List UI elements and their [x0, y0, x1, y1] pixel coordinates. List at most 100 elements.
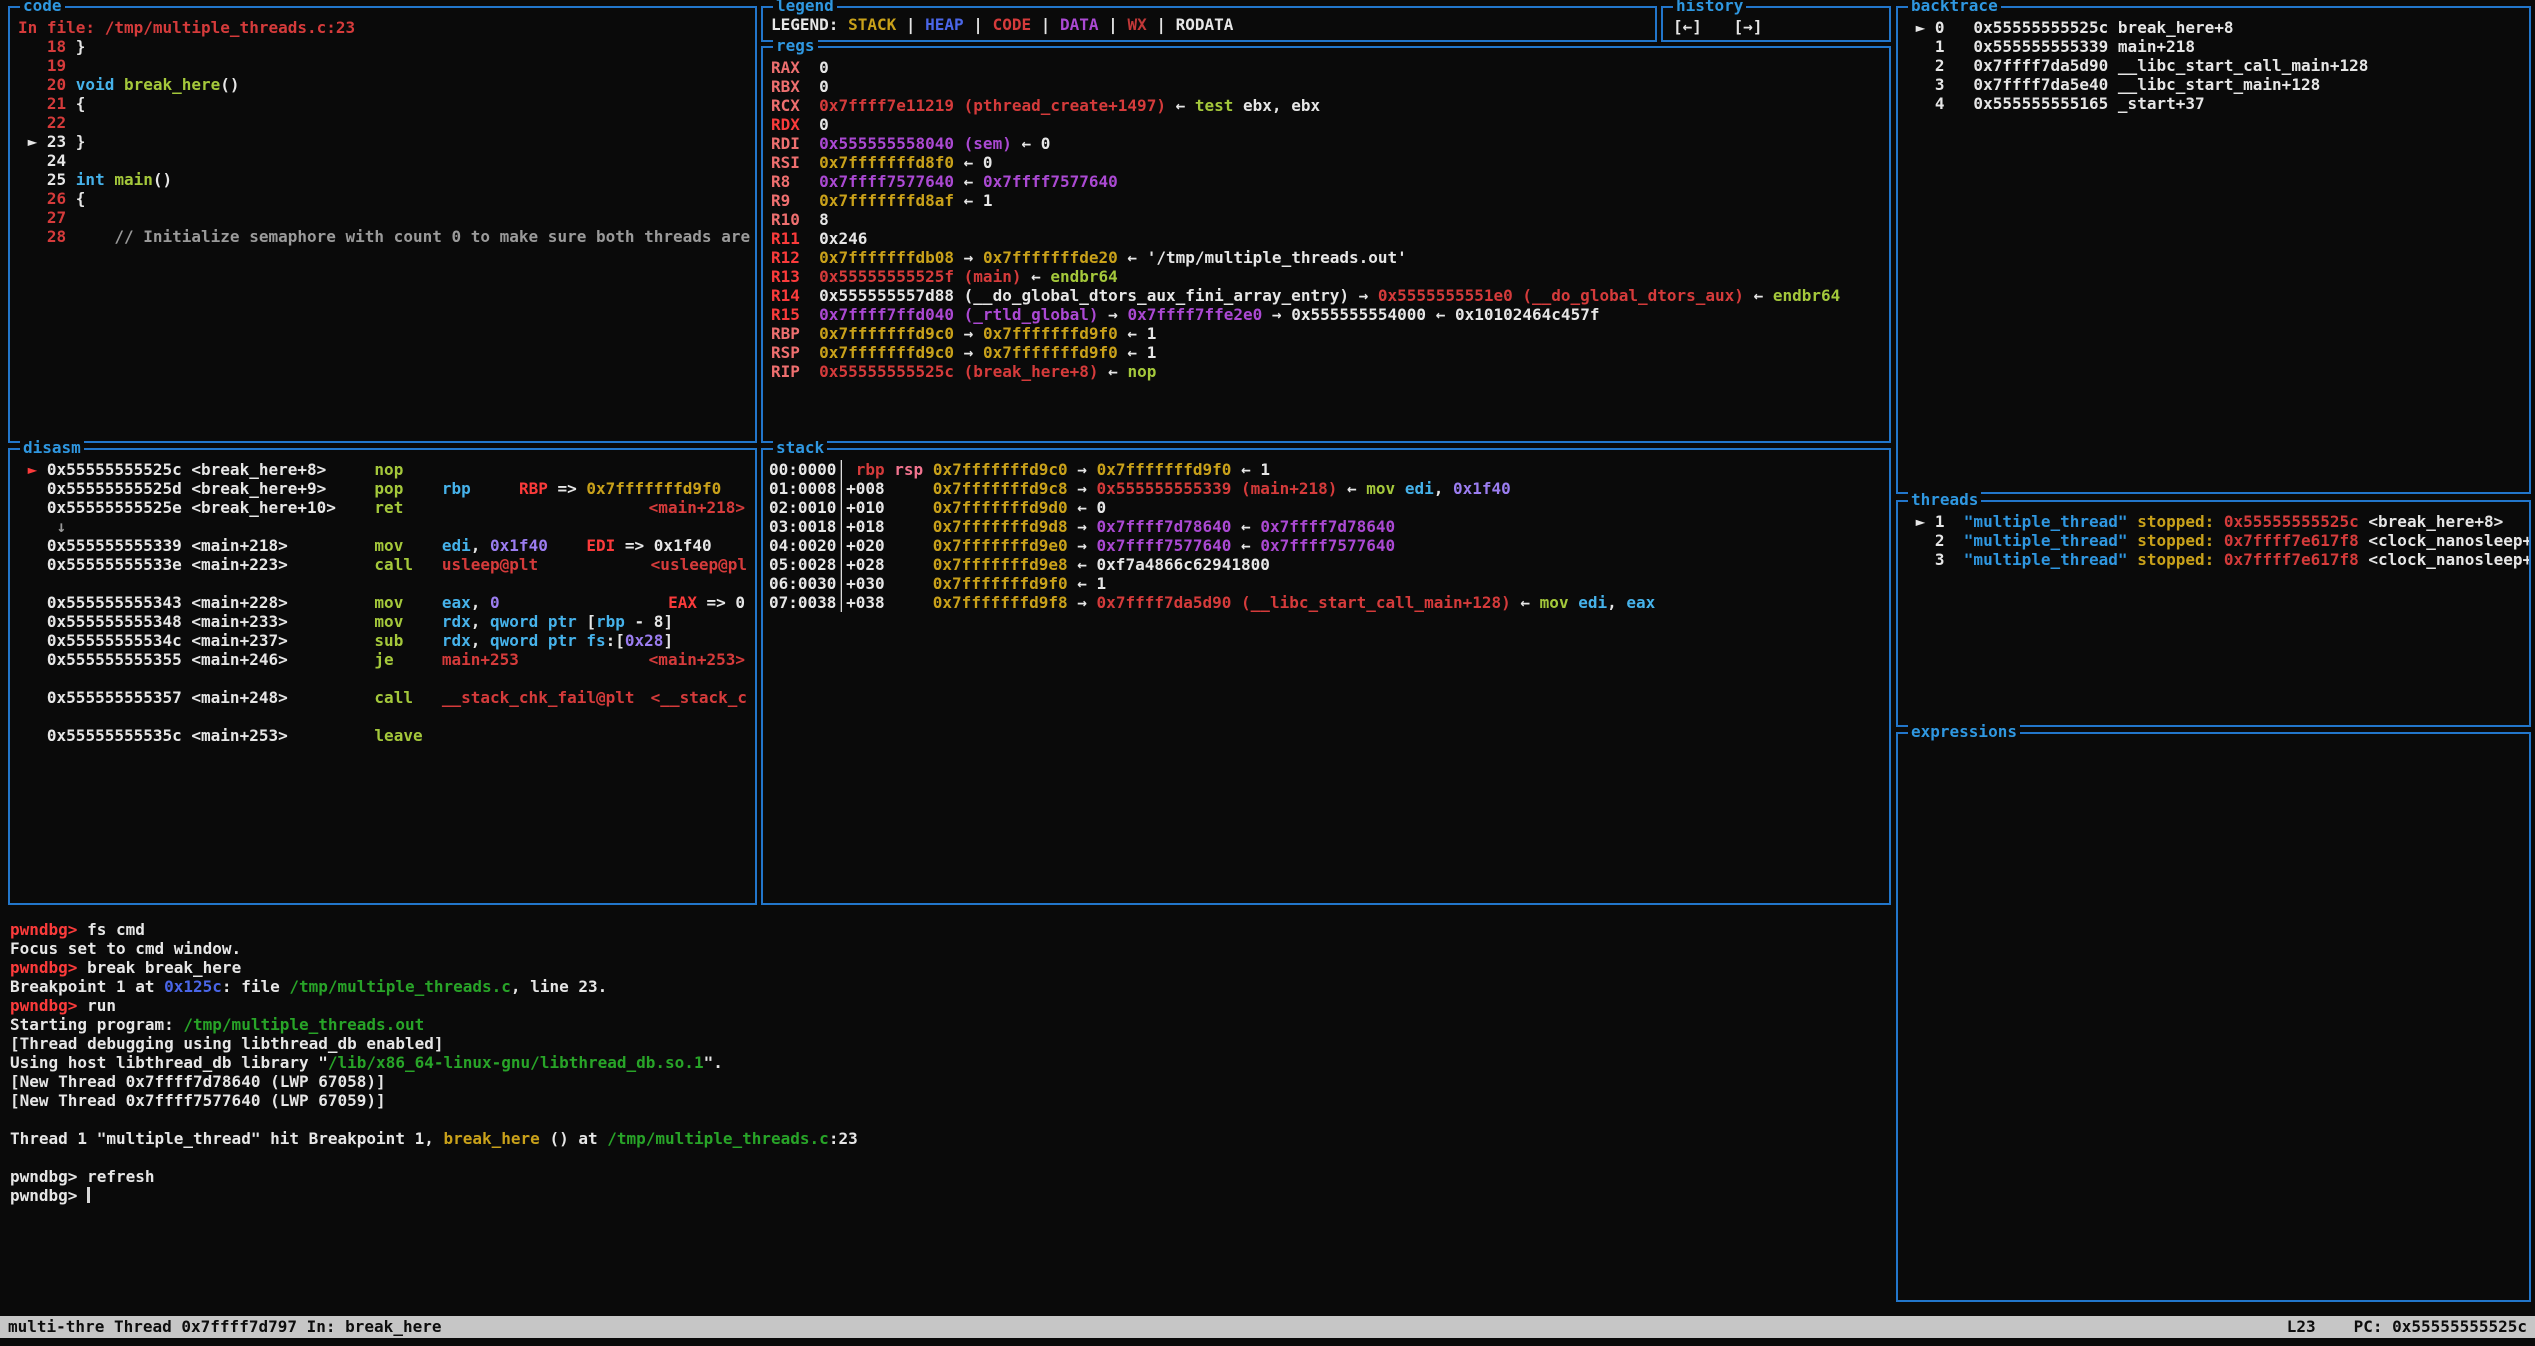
code-line: 25 int main(): [18, 170, 749, 189]
register-row: R8 0x7ffff7577640 ← 0x7ffff7577640: [771, 172, 1883, 191]
pwndbg-debugger-screen: code In file: /tmp/multiple_threads.c:23…: [0, 0, 2535, 1346]
register-row: RCX 0x7ffff7e11219 (pthread_create+1497)…: [771, 96, 1883, 115]
disasm-line: 0x555555555339 <main+218> mov edi, 0x1f4…: [18, 536, 749, 555]
terminal-line: [10, 1148, 1890, 1167]
history-panel-title: history: [1673, 0, 1746, 16]
history-panel: history [←] [→]: [1661, 6, 1891, 42]
stack-row: 03:0018│+018 0x7fffffffd9d8 → 0x7ffff7d7…: [769, 517, 1883, 536]
register-row: RAX 0: [771, 58, 1883, 77]
registers-panel-title: regs: [773, 36, 818, 56]
terminal-line: Thread 1 "multiple_thread" hit Breakpoin…: [10, 1129, 1890, 1148]
registers-list: RAX 0RBX 0RCX 0x7ffff7e11219 (pthread_cr…: [763, 48, 1889, 441]
disasm-line: 0x555555555357 <main+248> call __stack_c…: [18, 688, 749, 707]
register-row: RSP 0x7fffffffd9c0 → 0x7fffffffd9f0 ← 1: [771, 343, 1883, 362]
registers-panel: regs RAX 0RBX 0RCX 0x7ffff7e11219 (pthre…: [761, 46, 1891, 443]
disasm-line: [18, 669, 749, 688]
register-row: R14 0x555555557d88 (__do_global_dtors_au…: [771, 286, 1883, 305]
register-row: R13 0x55555555525f (main) ← endbr64: [771, 267, 1883, 286]
backtrace-frame: ► 0 0x55555555525c break_here+8: [1906, 18, 2523, 37]
disasm-line: 0x55555555533e <main+223> call usleep@pl…: [18, 555, 749, 574]
register-row: R10 8: [771, 210, 1883, 229]
code-line: 19: [18, 56, 749, 75]
legend-line: LEGEND: STACK | HEAP | CODE | DATA | WX …: [771, 15, 1649, 34]
terminal-line: Using host libthread_db library "/lib/x8…: [10, 1053, 1890, 1072]
status-bar-line-number: L23: [2287, 1316, 2316, 1338]
disasm-line: 0x55555555534c <main+237> sub rdx, qword…: [18, 631, 749, 650]
terminal-line: pwndbg> break break_here: [10, 958, 1890, 977]
code-line: 20 void break_here(): [18, 75, 749, 94]
code-line: ► 23 }: [18, 132, 749, 151]
stack-panel: stack 00:0000│ rbp rsp 0x7fffffffd9c0 → …: [761, 448, 1891, 905]
backtrace-frame: 1 0x555555555339 main+218: [1906, 37, 2523, 56]
terminal-line: [10, 1110, 1890, 1129]
disasm-line: 0x55555555525e <break_here+10> ret<main+…: [18, 498, 749, 517]
code-line: 27: [18, 208, 749, 227]
disasm-listing: ► 0x55555555525c <break_here+8> nop 0x55…: [10, 450, 755, 903]
code-line: 22: [18, 113, 749, 132]
stack-row: 06:0030│+030 0x7fffffffd9f0 ← 1: [769, 574, 1883, 593]
terminal-line: [Thread debugging using libthread_db ena…: [10, 1034, 1890, 1053]
expressions-list: [1898, 734, 2529, 1300]
threads-list: ► 1 "multiple_thread" stopped: 0x5555555…: [1898, 502, 2529, 725]
terminal-cursor: [87, 1187, 90, 1203]
code-line: In file: /tmp/multiple_threads.c:23: [18, 18, 749, 37]
stack-row: 01:0008│+008 0x7fffffffd9c8 → 0x55555555…: [769, 479, 1883, 498]
disasm-panel: disasm ► 0x55555555525c <break_here+8> n…: [8, 448, 757, 905]
stack-row: 05:0028│+028 0x7fffffffd9e8 ← 0xf7a4866c…: [769, 555, 1883, 574]
status-bar-thread-info: multi-thre Thread 0x7ffff7d797 In: break…: [8, 1316, 441, 1338]
disasm-line: 0x555555555343 <main+228> mov eax, 0EAX …: [18, 593, 749, 612]
code-source-listing: In file: /tmp/multiple_threads.c:23 18 }…: [10, 8, 755, 441]
code-line: 18 }: [18, 37, 749, 56]
history-forward-button[interactable]: [→]: [1734, 17, 1763, 36]
expressions-panel: expressions: [1896, 732, 2531, 1302]
backtrace-frame: 4 0x555555555165 _start+37: [1906, 94, 2523, 113]
thread-row: 2 "multiple_thread" stopped: 0x7ffff7e61…: [1906, 531, 2523, 550]
code-line: 28 // Initialize semaphore with count 0 …: [18, 227, 749, 246]
register-row: R15 0x7ffff7ffd040 (_rtld_global) → 0x7f…: [771, 305, 1883, 324]
disasm-line: [18, 707, 749, 726]
terminal-line: pwndbg>: [10, 1186, 1890, 1205]
legend-panel: legend LEGEND: STACK | HEAP | CODE | DAT…: [761, 6, 1657, 42]
register-row: RBP 0x7fffffffd9c0 → 0x7fffffffd9f0 ← 1: [771, 324, 1883, 343]
register-row: RDX 0: [771, 115, 1883, 134]
code-line: 21 {: [18, 94, 749, 113]
terminal-line: pwndbg> run: [10, 996, 1890, 1015]
stack-row: 04:0020│+020 0x7fffffffd9e0 → 0x7ffff757…: [769, 536, 1883, 555]
code-panel-title: code: [20, 0, 65, 16]
legend-panel-title: legend: [773, 0, 837, 16]
status-bar: multi-thre Thread 0x7ffff7d797 In: break…: [0, 1316, 2535, 1338]
threads-panel: threads ► 1 "multiple_thread" stopped: 0…: [1896, 500, 2531, 727]
register-row: R11 0x246: [771, 229, 1883, 248]
terminal-output[interactable]: pwndbg> fs cmdFocus set to cmd window.pw…: [10, 920, 1890, 1215]
disasm-line: [18, 574, 749, 593]
backtrace-frame: 3 0x7ffff7da5e40 __libc_start_main+128: [1906, 75, 2523, 94]
code-line: 24: [18, 151, 749, 170]
expressions-panel-title: expressions: [1908, 722, 2020, 742]
register-row: RIP 0x55555555525c (break_here+8) ← nop: [771, 362, 1883, 381]
disasm-line: ↓: [18, 517, 749, 536]
backtrace-frame: 2 0x7ffff7da5d90 __libc_start_call_main+…: [1906, 56, 2523, 75]
status-bar-pc: PC: 0x55555555525c: [2354, 1316, 2527, 1338]
history-back-button[interactable]: [←]: [1673, 17, 1702, 36]
backtrace-panel: backtrace ► 0 0x55555555525c break_here+…: [1896, 6, 2531, 494]
terminal-line: [New Thread 0x7ffff7d78640 (LWP 67058)]: [10, 1072, 1890, 1091]
stack-panel-title: stack: [773, 438, 827, 458]
register-row: R12 0x7fffffffdb08 → 0x7fffffffde20 ← '/…: [771, 248, 1883, 267]
legend-line-container: LEGEND: STACK | HEAP | CODE | DATA | WX …: [763, 8, 1655, 40]
thread-row: ► 1 "multiple_thread" stopped: 0x5555555…: [1906, 512, 2523, 531]
terminal-line: [New Thread 0x7ffff7577640 (LWP 67059)]: [10, 1091, 1890, 1110]
disasm-line: 0x55555555535c <main+253> leave: [18, 726, 749, 745]
disasm-line: ► 0x55555555525c <break_here+8> nop: [18, 460, 749, 479]
terminal-line: pwndbg> refresh: [10, 1167, 1890, 1186]
disasm-line: 0x555555555348 <main+233> mov rdx, qword…: [18, 612, 749, 631]
register-row: R9 0x7fffffffd8af ← 1: [771, 191, 1883, 210]
backtrace-panel-title: backtrace: [1908, 0, 2001, 16]
code-line: 26 {: [18, 189, 749, 208]
stack-row: 02:0010│+010 0x7fffffffd9d0 ← 0: [769, 498, 1883, 517]
terminal-line: pwndbg> fs cmd: [10, 920, 1890, 939]
register-row: RDI 0x555555558040 (sem) ← 0: [771, 134, 1883, 153]
register-row: RBX 0: [771, 77, 1883, 96]
disasm-line: 0x555555555355 <main+246> je main+253<ma…: [18, 650, 749, 669]
terminal-line: Focus set to cmd window.: [10, 939, 1890, 958]
backtrace-list: ► 0 0x55555555525c break_here+8 1 0x5555…: [1898, 8, 2529, 492]
